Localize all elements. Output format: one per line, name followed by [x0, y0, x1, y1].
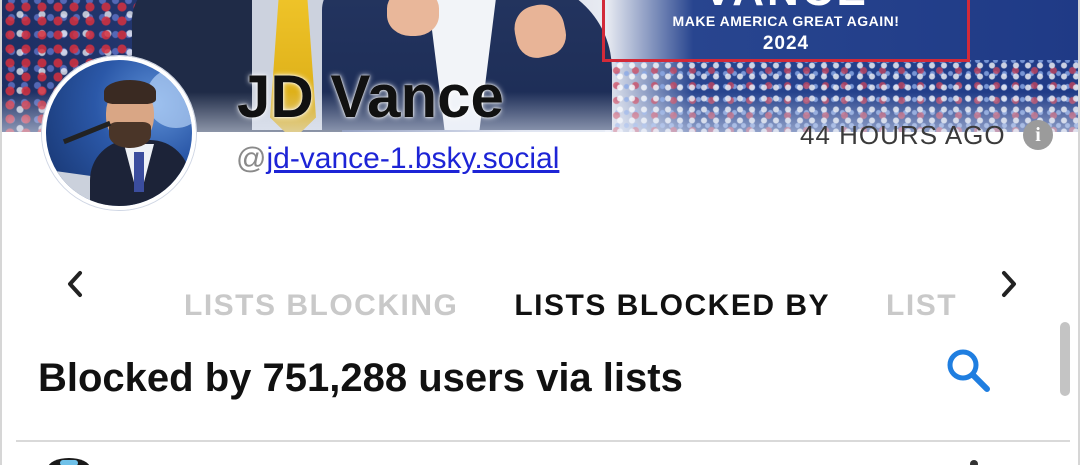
blocked-by-count: Blocked by 751,288 users via lists	[38, 356, 683, 400]
handle: @jd-vance-1.bsky.social	[236, 142, 559, 176]
avatar-beard	[109, 122, 151, 148]
updated-timestamp: 44 HOURS AGO	[800, 120, 1006, 150]
tab-partial-right[interactable]: LIST	[886, 289, 957, 323]
scrollbar[interactable]	[1060, 322, 1070, 396]
divider	[16, 440, 1070, 442]
profile-screen: VANCE MAKE AMERICA GREAT AGAIN! 2024 JD …	[0, 0, 1080, 465]
list-item-avatar[interactable]	[48, 458, 90, 465]
chevron-left-icon[interactable]	[60, 266, 90, 302]
banner-hand	[387, 0, 439, 36]
tab-track: Y LISTS BLOCKING LISTS BLOCKED BY LIST	[122, 280, 964, 332]
chevron-right-icon[interactable]	[994, 266, 1024, 302]
tab-lists-blocking[interactable]: LISTS BLOCKING	[184, 289, 458, 323]
list-item-menu-icon[interactable]	[970, 460, 978, 465]
avatar-microphone	[62, 120, 112, 145]
search-icon[interactable]	[942, 344, 994, 396]
avatar-tie	[134, 152, 144, 192]
handle-link[interactable]: jd-vance-1.bsky.social	[266, 142, 559, 175]
sign-year: 2024	[762, 33, 810, 54]
tab-lists-blocked-by[interactable]: LISTS BLOCKED BY	[514, 289, 830, 323]
banner-campaign-sign: VANCE MAKE AMERICA GREAT AGAIN! 2024	[602, 0, 970, 62]
avatar[interactable]	[42, 56, 196, 210]
display-name: JD Vance	[237, 63, 504, 130]
info-icon[interactable]: i	[1023, 120, 1053, 150]
sign-title: VANCE	[605, 0, 967, 16]
handle-prefix: @	[236, 142, 267, 175]
tab-bar: Y LISTS BLOCKING LISTS BLOCKED BY LIST	[122, 280, 964, 332]
avatar-hair	[104, 80, 156, 104]
